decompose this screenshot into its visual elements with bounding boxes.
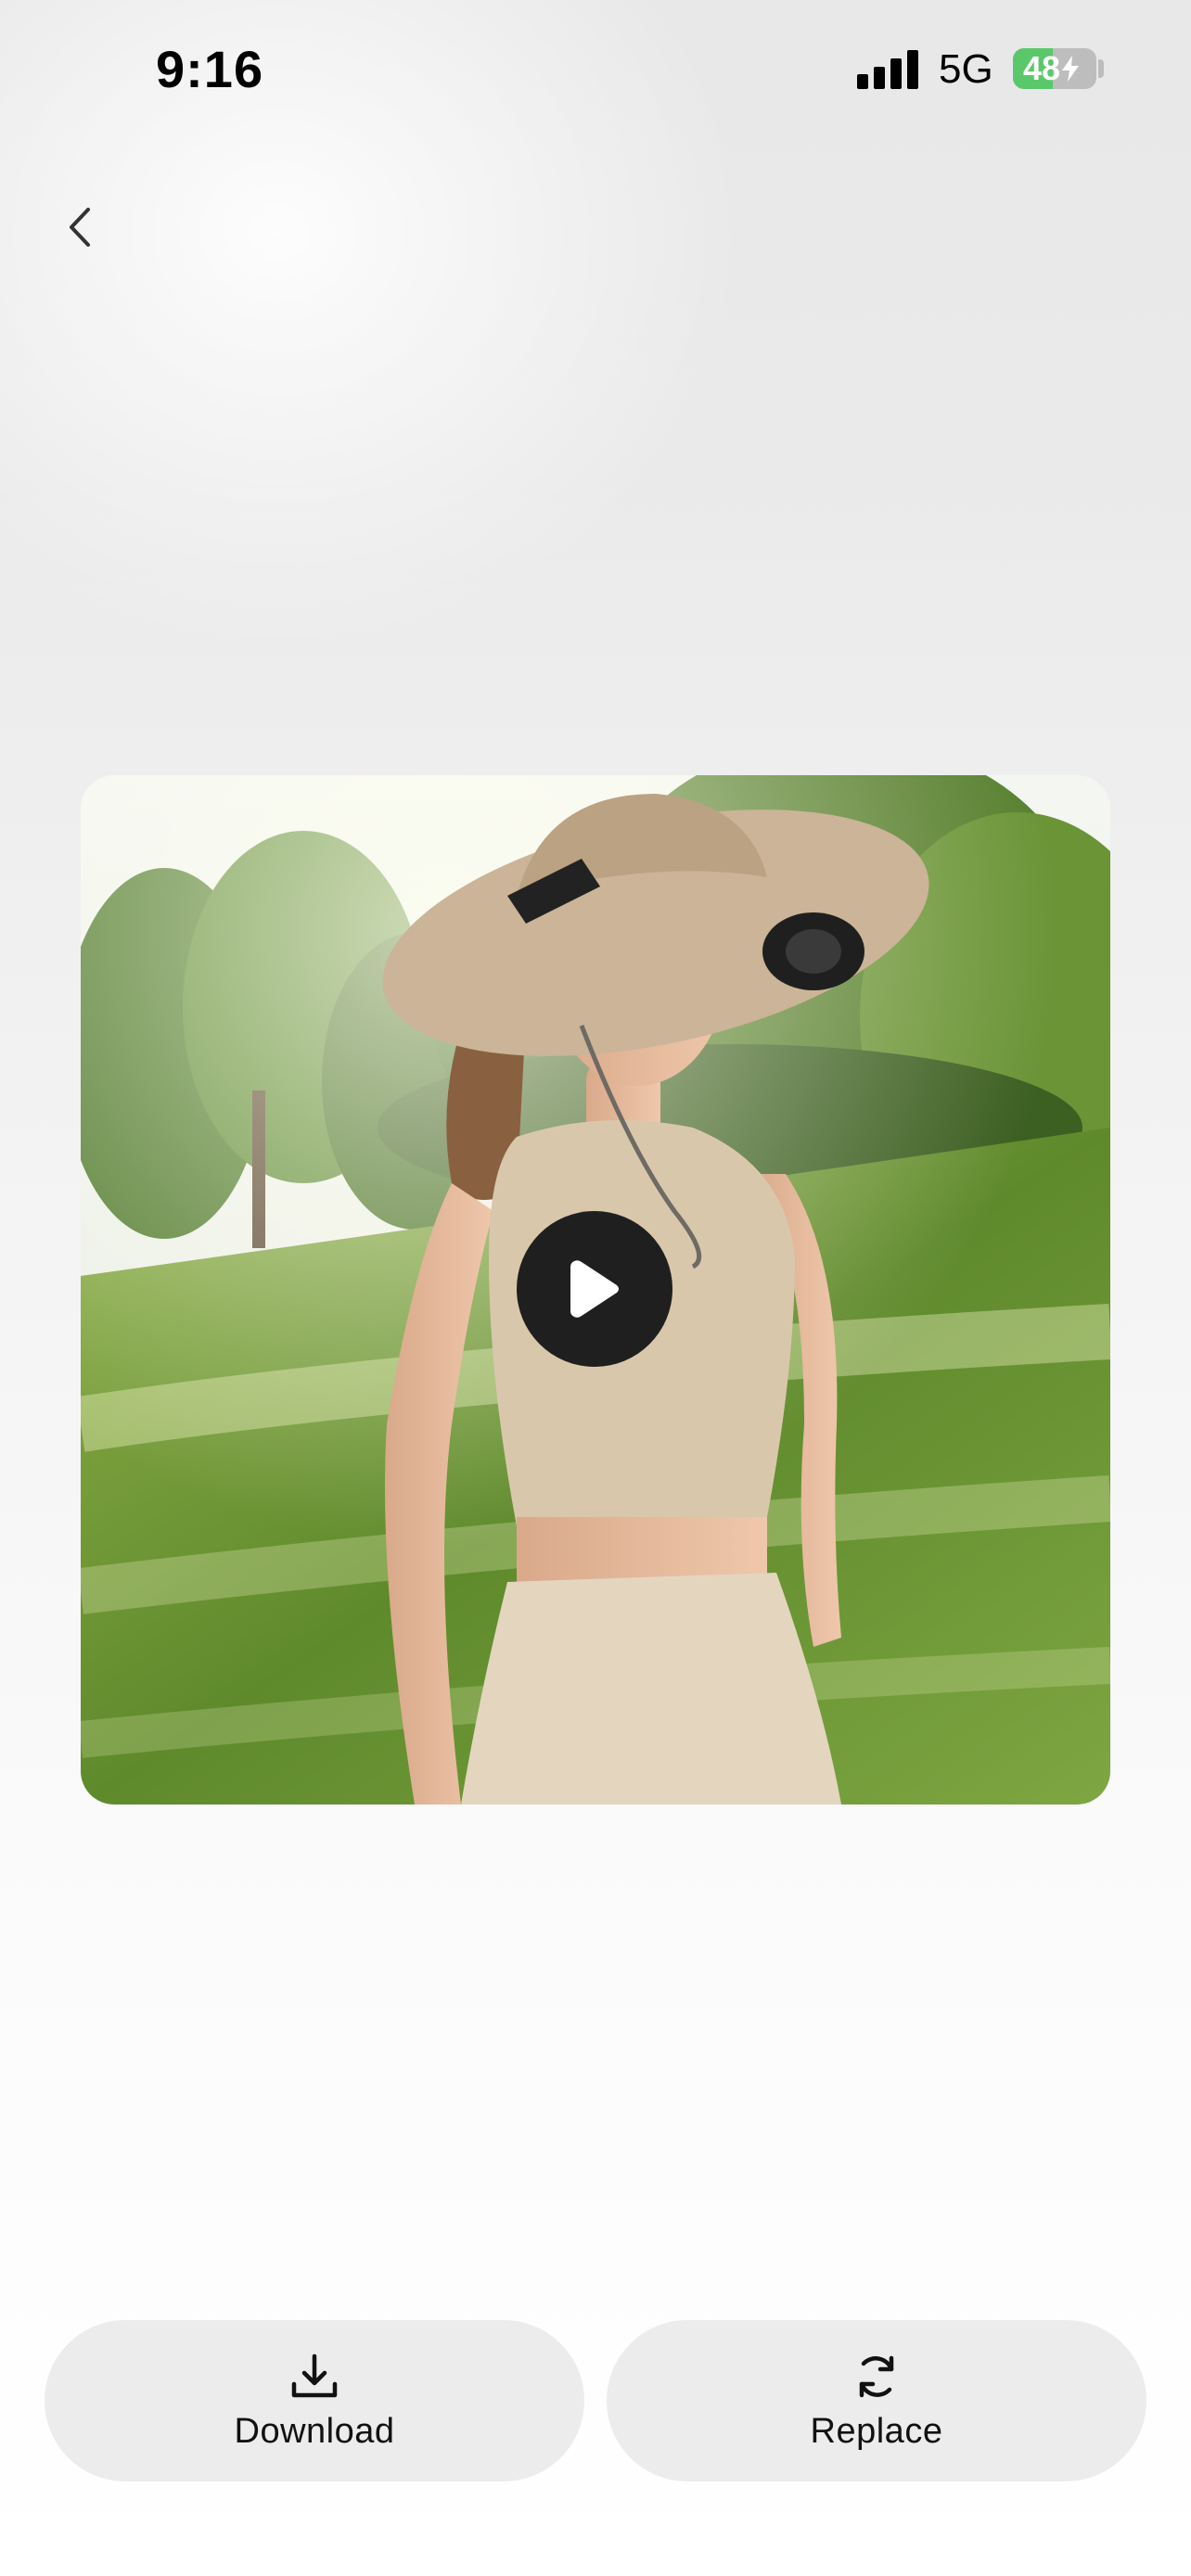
status-bar: 9:16 5G 48 <box>0 0 1191 139</box>
play-icon <box>570 1260 619 1318</box>
replace-button[interactable]: Replace <box>607 2320 1146 2481</box>
charging-bolt-icon <box>1062 56 1080 82</box>
refresh-icon <box>859 2355 894 2397</box>
battery-nub <box>1098 59 1104 78</box>
replace-label: Replace <box>810 2411 943 2451</box>
battery-level: 48 <box>1013 48 1089 89</box>
chevron-left-icon <box>70 208 90 247</box>
video-preview[interactable] <box>81 775 1110 1804</box>
play-button[interactable] <box>517 1211 672 1367</box>
download-button[interactable]: Download <box>45 2320 584 2481</box>
action-bar: Download Replace <box>45 2320 1146 2481</box>
download-label: Download <box>234 2411 395 2451</box>
battery-icon: 48 <box>1013 48 1096 89</box>
cellular-signal-icon <box>857 50 918 89</box>
download-icon <box>291 2353 338 2397</box>
network-type: 5G <box>939 46 993 92</box>
status-time: 9:16 <box>156 40 264 98</box>
back-button[interactable] <box>52 195 108 260</box>
